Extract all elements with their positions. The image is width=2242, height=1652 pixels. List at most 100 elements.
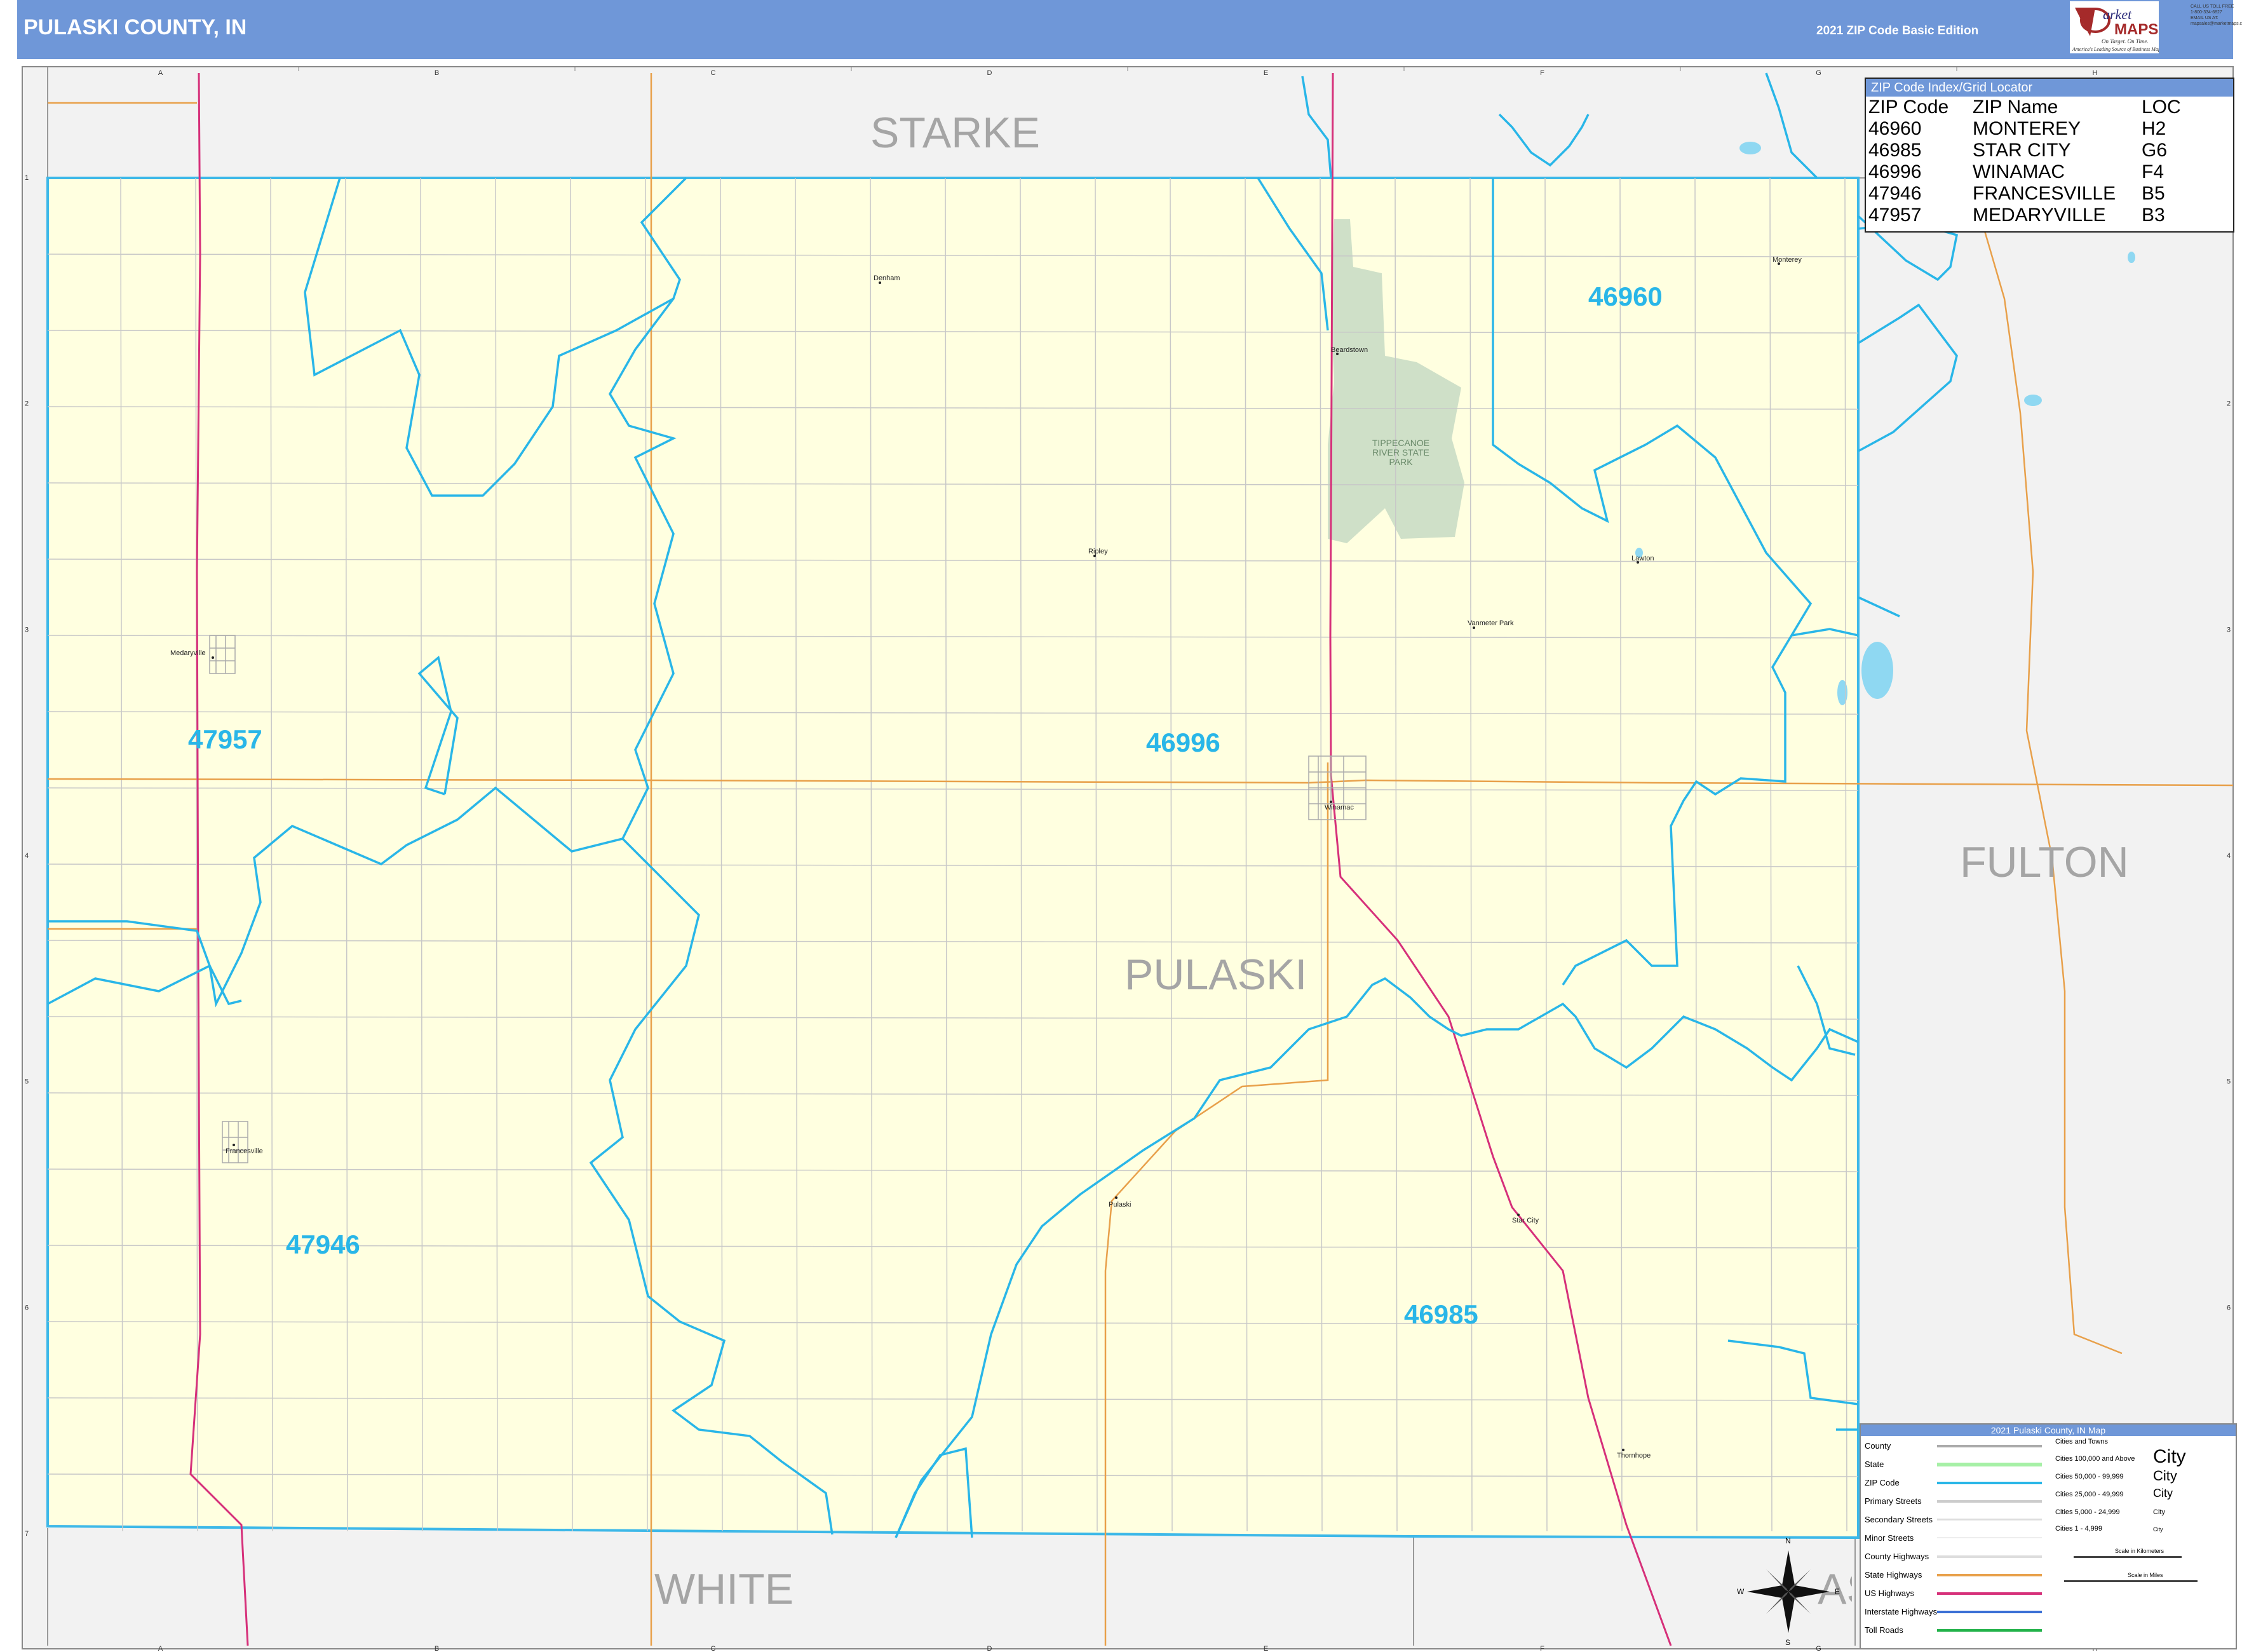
compass-w: W — [1737, 1587, 1745, 1596]
zip-label-46985: 46985 — [1404, 1299, 1478, 1329]
legend-swatch-state — [1937, 1463, 2042, 1466]
park-label: TIPPECANOE RIVER STATE PARK — [1372, 438, 1430, 467]
zip-label-46960: 46960 — [1588, 281, 1663, 311]
legend-city-sample-4: City — [2153, 1508, 2165, 1516]
svg-text:MAPS: MAPS — [2114, 21, 2158, 38]
compass-s: S — [1785, 1638, 1791, 1647]
grid-column-label: B — [435, 1645, 439, 1652]
zip-cell: 46996 — [1868, 161, 1922, 182]
legend-item-county: County — [1865, 1441, 1891, 1451]
legend-item-minor: Minor Streets — [1865, 1533, 1914, 1543]
legend-swatch-minor — [1937, 1537, 2042, 1538]
zip-name-cell: STAR CITY — [1973, 140, 2071, 161]
place-label-monterey: Monterey — [1773, 256, 1802, 264]
place-dot — [1517, 1214, 1520, 1216]
grid-column-label: E — [1264, 1645, 1268, 1652]
grid-row-label: 5 — [25, 1078, 29, 1086]
zip-loc-cell: B3 — [2142, 205, 2165, 226]
place-label-lawton: Lawton — [1631, 555, 1654, 562]
place-label-winamac: Winamac — [1325, 804, 1354, 811]
legend-item-state: State — [1865, 1459, 1884, 1469]
zip-index-header-row: ZIP Code ZIP Name LOC — [1868, 97, 2218, 118]
legend-swatch-secondary — [1937, 1519, 2042, 1520]
legend-item-state-hwy: State Highways — [1865, 1570, 1922, 1580]
zip-label-47946: 47946 — [286, 1229, 360, 1259]
legend-city-tier-4: Cities 5,000 - 24,999 — [2055, 1508, 2120, 1516]
legend-swatch-zip — [1937, 1482, 2042, 1484]
grid-column-label: D — [987, 1645, 992, 1652]
table-row: 46985 STAR CITY G6 — [1868, 140, 2218, 161]
header-bar: PULASKI COUNTY, IN 2021 ZIP Code Basic E… — [17, 0, 2233, 59]
legend-cities-title: Cities and Towns — [2055, 1438, 2108, 1446]
svg-text:America's Leading Source of Bu: America's Leading Source of Business Map… — [2072, 46, 2159, 52]
logo-contact: CALL US TOLL FREE 1-800-334-6827 EMAIL U… — [2191, 4, 2242, 26]
legend-swatch-primary — [1937, 1500, 2042, 1503]
legend-city-tier-2: Cities 50,000 - 99,999 — [2055, 1473, 2124, 1480]
svg-text:arket: arket — [2103, 6, 2132, 22]
county-label-white: WHITE — [654, 1565, 794, 1613]
legend-scale-mi: Scale in Miles — [2128, 1572, 2163, 1578]
zip-code-index: ZIP Code Index/Grid Locator ZIP Code ZIP… — [1865, 78, 2234, 233]
grid-column-label: H — [2093, 69, 2098, 77]
place-label-pulaski: Pulaski — [1109, 1201, 1131, 1209]
legend-city-sample-3: City — [2153, 1487, 2173, 1500]
zip-label-47957: 47957 — [188, 724, 262, 754]
legend-item-zip: ZIP Code — [1865, 1478, 1900, 1487]
grid-row-label: 2 — [2227, 400, 2231, 408]
table-row: 47957 MEDARYVILLE B3 — [1868, 205, 2218, 226]
marketmaps-logo: arket MAPS On Target. On Time. America's… — [2070, 1, 2163, 53]
place-dot — [1622, 1449, 1624, 1451]
legend-scale-km: Scale in Kilometers — [2115, 1548, 2164, 1554]
grid-column-label: D — [987, 69, 992, 77]
place-label-vanmeter-park: Vanmeter Park — [1468, 620, 1514, 627]
zip-name-cell: MONTEREY — [1973, 118, 2081, 139]
county-label-pulaski: PULASKI — [1124, 951, 1307, 999]
svg-text:On Target. On Time.: On Target. On Time. — [2102, 38, 2149, 44]
compass-icon — [1747, 1550, 1830, 1633]
legend-city-tier-5: Cities 1 - 4,999 — [2055, 1525, 2102, 1533]
compass-e: E — [1835, 1587, 1840, 1596]
map-legend: 2021 Pulaski County, IN Map County State… — [1860, 1423, 2237, 1649]
grid-column-label: F — [1540, 69, 1544, 77]
zip-index-table: ZIP Code ZIP Name LOC 46960 MONTEREY H2 46… — [1868, 97, 2218, 226]
county-map: ABCDEFGH ABCDEFGH 1234567 1234567 — [22, 66, 2234, 1652]
zip-index-title: ZIP Code Index/Grid Locator — [1866, 79, 2233, 97]
legend-city-tier-1: Cities 100,000 and Above — [2055, 1455, 2135, 1463]
map-title: PULASKI COUNTY, IN — [24, 15, 247, 39]
zip-cell: 47957 — [1868, 205, 1922, 226]
grid-row-label: 3 — [2227, 626, 2231, 633]
legend-swatch-toll — [1937, 1629, 2042, 1632]
grid-row-label: 1 — [25, 174, 29, 182]
legend-item-toll: Toll Roads — [1865, 1625, 1903, 1635]
legend-swatch-county — [1937, 1445, 2042, 1447]
grid-column-label: G — [1816, 1645, 1821, 1652]
table-row: 46960 MONTEREY H2 — [1868, 118, 2218, 140]
place-label-denham: Denham — [874, 274, 900, 282]
place-label-star-city: Star City — [1512, 1217, 1539, 1224]
legend-swatch-interstate — [1937, 1611, 2042, 1613]
legend-item-interstate: Interstate Highways — [1865, 1607, 1938, 1616]
place-label-medaryville: Medaryville — [170, 649, 206, 657]
county-label-starke: STARKE — [870, 109, 1041, 157]
grid-row-label: 2 — [25, 400, 29, 408]
zip-loc-cell: H2 — [2142, 118, 2166, 139]
pulaski-county-area — [46, 177, 1860, 1540]
place-label-francesville: Francesville — [226, 1148, 263, 1155]
legend-city-sample-5: City — [2153, 1526, 2163, 1533]
grid-column-label: C — [711, 69, 716, 77]
zip-loc-cell: G6 — [2142, 140, 2168, 161]
grid-column-label: F — [1540, 1645, 1544, 1652]
table-row: 46996 WINAMAC F4 — [1868, 161, 2218, 183]
grid-column-label: B — [435, 69, 439, 77]
legend-item-county-hwy: County Highways — [1865, 1552, 1929, 1561]
legend-city-sample-1: City — [2153, 1446, 2186, 1467]
zip-index-header-zip: ZIP Code — [1868, 97, 1949, 118]
zip-loc-cell: B5 — [2142, 183, 2165, 204]
zip-name-cell: WINAMAC — [1973, 161, 2065, 182]
zip-index-header-name: ZIP Name — [1973, 97, 2058, 118]
place-dot — [1115, 1196, 1118, 1199]
zip-cell: 46985 — [1868, 140, 1922, 161]
grid-row-label: 7 — [25, 1530, 29, 1538]
legend-item-primary: Primary Streets — [1865, 1496, 1922, 1506]
grid-row-label: 4 — [25, 852, 29, 860]
